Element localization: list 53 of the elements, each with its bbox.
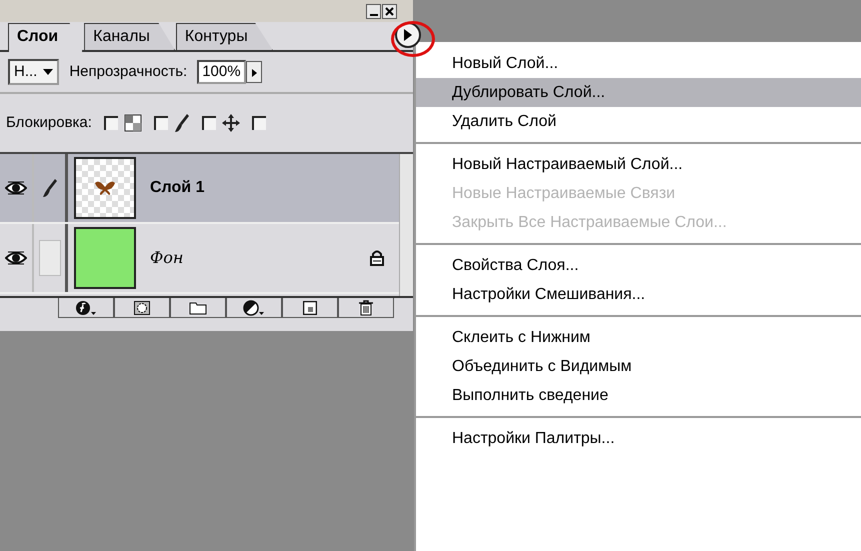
opacity-slider-button[interactable] [246, 61, 262, 83]
layer-name: Слой 1 [150, 178, 206, 198]
move-icon [222, 114, 240, 132]
lock-label: Блокировка: [6, 112, 92, 133]
brush-icon [174, 113, 190, 133]
half-circle-icon [243, 300, 265, 316]
menu-item[interactable]: Свойства Слоя... [416, 251, 861, 280]
panel-tab[interactable]: Каналы [84, 23, 175, 50]
mask-icon [134, 300, 150, 314]
new-layer-icon [303, 300, 317, 314]
arrow-right-icon [250, 68, 258, 78]
arrow-right-icon [403, 29, 413, 41]
menu-item[interactable]: Объединить с Видимым [416, 352, 861, 381]
layer-row[interactable]: Слой 1 [0, 154, 399, 224]
minimize-icon [370, 14, 378, 16]
lock-checkbox[interactable] [202, 116, 216, 130]
folder-button[interactable] [170, 298, 226, 318]
close-icon [383, 4, 396, 18]
menu-item[interactable]: Новый Настраиваемый Слой... [416, 150, 861, 179]
half-circle-button[interactable] [226, 298, 282, 318]
new-layer-button[interactable] [282, 298, 338, 318]
folder-icon [189, 300, 207, 314]
eye-icon[interactable] [5, 250, 27, 266]
lock-checkbox[interactable] [104, 116, 118, 130]
style-button[interactable] [58, 298, 114, 318]
close-button[interactable] [382, 4, 397, 18]
menu-item[interactable]: Склеить с Нижним [416, 323, 861, 352]
opacity-field[interactable]: 100% [197, 60, 246, 84]
lock-checkbox[interactable] [252, 116, 266, 130]
trash-button[interactable] [338, 298, 394, 318]
panel-tab[interactable]: Слои [8, 23, 84, 52]
scrollbar[interactable] [399, 154, 413, 296]
menu-item[interactable]: Удалить Слой [416, 107, 861, 144]
blend-mode-dropdown[interactable]: Н... [8, 59, 60, 85]
menu-item[interactable]: Выполнить сведение [416, 381, 861, 418]
dropdown-arrow-icon [43, 69, 54, 75]
layer-thumbnail [74, 227, 136, 289]
layer-row[interactable]: Фон [0, 224, 399, 294]
style-icon [75, 300, 97, 316]
menu-item[interactable]: Новый Слой... [416, 49, 861, 78]
butterfly-icon [94, 181, 116, 195]
menu-item[interactable]: Настройки Смешивания... [416, 280, 861, 317]
menu-item[interactable]: Настройки Палитры... [416, 424, 861, 453]
transparency-lock-icon [124, 114, 142, 132]
trash-icon [359, 300, 373, 316]
opacity-label: Непрозрачность: [69, 62, 188, 82]
layer-name: Фон [150, 247, 184, 269]
minimize-button[interactable] [366, 4, 381, 18]
eye-icon[interactable] [5, 180, 27, 196]
panel-tab[interactable]: Контуры [176, 23, 273, 50]
lock-checkbox[interactable] [154, 116, 168, 130]
mask-button[interactable] [114, 298, 170, 318]
menu-item[interactable]: Дублировать Слой... [416, 78, 861, 107]
